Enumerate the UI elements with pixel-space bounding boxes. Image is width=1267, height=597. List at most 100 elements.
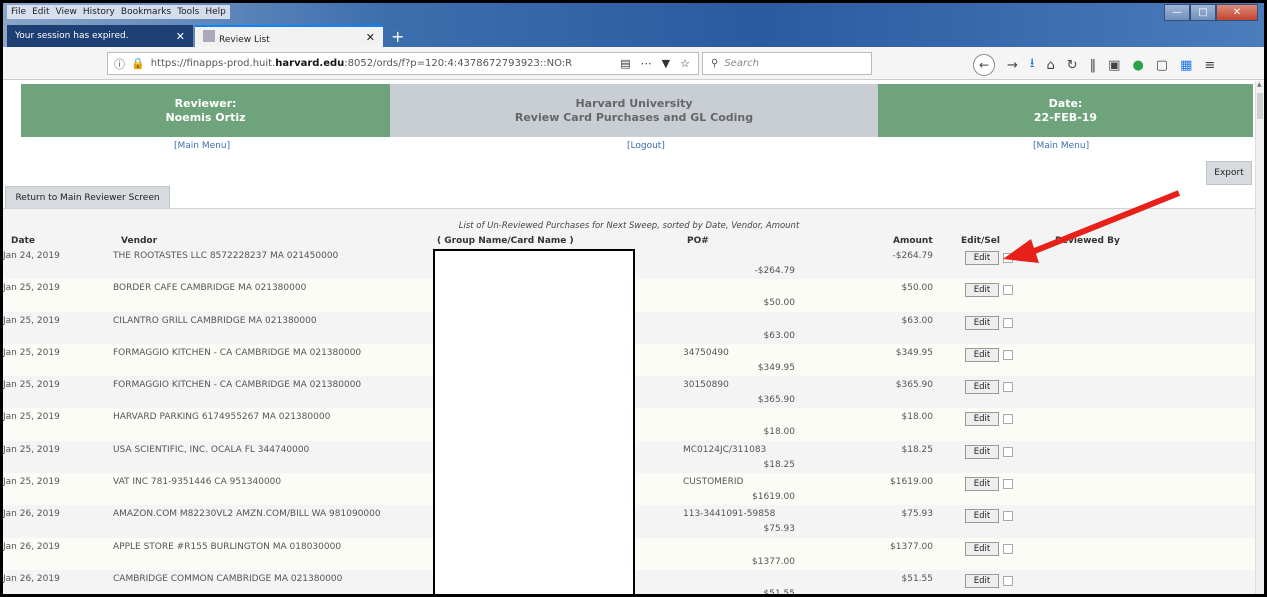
toolbar-icons: ← → ⭳ ⌂ ↻ ‖ ▣ ● ▢ ▦ ≡ xyxy=(973,54,1215,76)
select-checkbox[interactable] xyxy=(1003,253,1013,263)
row-amount: $349.95 xyxy=(895,347,933,358)
date-panel: Date: 22-FEB-19 xyxy=(878,84,1253,137)
select-checkbox[interactable] xyxy=(1003,511,1013,522)
title-panel: Harvard University Review Card Purchases… xyxy=(390,84,878,137)
tab-label: Review List xyxy=(219,34,270,45)
row-vendor: THE ROOTASTES LLC 8572228237 MA 02145000… xyxy=(113,251,339,261)
edit-button[interactable]: Edit xyxy=(965,444,999,459)
edit-button[interactable]: Edit xyxy=(965,509,999,524)
extension-icon[interactable]: ● xyxy=(1132,58,1143,73)
menu-hamburger-icon[interactable]: ≡ xyxy=(1204,58,1215,73)
select-checkbox[interactable] xyxy=(1003,446,1013,457)
search-input[interactable]: ⚲ Search xyxy=(702,52,872,75)
main-menu-link-right[interactable]: [Main Menu] xyxy=(1033,141,1089,151)
edit-button[interactable]: Edit xyxy=(965,251,999,265)
menu-tools[interactable]: Tools xyxy=(177,5,199,19)
scrollbar-thumb[interactable] xyxy=(1257,93,1263,119)
edit-button[interactable]: Edit xyxy=(965,412,999,427)
row-amount: $365.90 xyxy=(895,380,933,391)
row-date: Jan 25, 2019 xyxy=(3,315,60,326)
row-amount-detail: $1619.00 xyxy=(752,492,795,503)
row-amount: -$264.79 xyxy=(892,251,933,261)
library-icon[interactable]: ‖ xyxy=(1090,58,1097,73)
menu-edit[interactable]: Edit xyxy=(32,5,49,19)
reviewer-panel: Reviewer: Noemis Ortiz xyxy=(21,84,390,137)
window-controls: — □ ✕ xyxy=(1164,4,1258,21)
scroll-down-icon[interactable]: ▼ xyxy=(1257,593,1262,594)
row-amount: $50.00 xyxy=(901,283,934,294)
select-checkbox[interactable] xyxy=(1003,575,1013,586)
browser-titlebar: File Edit View History Bookmarks Tools H… xyxy=(3,3,1264,47)
row-vendor: USA SCIENTIFIC, INC. OCALA FL 344740000 xyxy=(113,444,310,455)
bookmark-star-icon[interactable]: ☆ xyxy=(680,57,690,70)
select-checkbox[interactable] xyxy=(1003,382,1013,393)
edit-button[interactable]: Edit xyxy=(965,380,999,395)
tab-session-expired[interactable]: Your session has expired. ✕ xyxy=(7,25,193,47)
info-icon[interactable]: ⓘ xyxy=(114,56,125,72)
edit-button[interactable]: Edit xyxy=(965,477,999,492)
select-checkbox[interactable] xyxy=(1003,317,1013,328)
menu-view[interactable]: View xyxy=(56,5,77,19)
edit-button[interactable]: Edit xyxy=(965,283,999,298)
logout-link[interactable]: [Logout] xyxy=(627,141,665,151)
main-menu-link-left[interactable]: [Main Menu] xyxy=(174,141,230,151)
row-vendor: FORMAGGIO KITCHEN - CA CAMBRIDGE MA 0213… xyxy=(113,347,362,358)
org-name: Harvard University xyxy=(575,96,693,110)
close-window-icon[interactable]: ✕ xyxy=(1216,4,1258,21)
menu-file[interactable]: File xyxy=(11,5,26,19)
new-tab-icon[interactable]: + xyxy=(385,27,410,47)
select-checkbox[interactable] xyxy=(1003,479,1013,490)
select-checkbox[interactable] xyxy=(1003,285,1013,296)
browser-menubar: File Edit View History Bookmarks Tools H… xyxy=(7,5,230,19)
sidebar-icon[interactable]: ▣ xyxy=(1108,58,1120,73)
list-caption: List of Un-Reviewed Purchases for Next S… xyxy=(458,221,800,231)
forward-icon[interactable]: → xyxy=(1007,58,1018,73)
select-checkbox[interactable] xyxy=(1003,414,1013,425)
menu-history[interactable]: History xyxy=(83,5,115,19)
vertical-scrollbar[interactable]: ▲ ▼ xyxy=(1255,81,1264,594)
row-amount-detail: $75.93 xyxy=(763,524,796,535)
home-icon[interactable]: ⌂ xyxy=(1046,58,1054,73)
row-po: CUSTOMERID xyxy=(683,477,744,488)
close-tab-icon[interactable]: ✕ xyxy=(176,30,185,43)
close-tab-icon[interactable]: ✕ xyxy=(366,31,375,44)
menu-help[interactable]: Help xyxy=(205,5,226,19)
reviewer-name: Noemis Ortiz xyxy=(165,110,246,124)
minimize-icon[interactable]: — xyxy=(1164,4,1190,21)
edit-button[interactable]: Edit xyxy=(965,347,999,362)
page-actions-icon[interactable]: ⋯ xyxy=(641,57,652,70)
row-date: Jan 25, 2019 xyxy=(3,444,60,455)
edit-button[interactable]: Edit xyxy=(965,573,999,588)
edit-button[interactable]: Edit xyxy=(965,541,999,556)
menu-bookmarks[interactable]: Bookmarks xyxy=(121,5,171,19)
column-header-edit: Edit/Sel xyxy=(961,236,1000,246)
url-bar[interactable]: ⓘ 🔒 https://finapps-prod.huit.harvard.ed… xyxy=(107,52,699,75)
row-amount: $18.00 xyxy=(901,412,934,423)
pocket-icon[interactable]: ▼ xyxy=(662,57,670,70)
download-icon[interactable]: ⭳ xyxy=(1030,54,1035,76)
row-amount-detail: $63.00 xyxy=(763,330,796,341)
select-checkbox[interactable] xyxy=(1003,349,1013,360)
column-header-date: Date xyxy=(11,236,35,246)
back-icon[interactable]: ← xyxy=(973,54,995,76)
edit-button[interactable]: Edit xyxy=(965,315,999,330)
scroll-up-icon[interactable]: ▲ xyxy=(1257,81,1262,88)
row-date: Jan 25, 2019 xyxy=(3,412,60,423)
row-date: Jan 25, 2019 xyxy=(3,283,60,294)
tab-review-list[interactable]: Review List ✕ xyxy=(195,25,383,47)
maximize-icon[interactable]: □ xyxy=(1190,4,1216,21)
screenshot-icon[interactable]: ▢ xyxy=(1156,58,1168,73)
reload-icon[interactable]: ↻ xyxy=(1067,58,1078,73)
tab-label: Your session has expired. xyxy=(15,31,129,41)
return-main-reviewer-button[interactable]: Return to Main Reviewer Screen xyxy=(5,186,170,209)
reader-view-icon[interactable]: ▤ xyxy=(620,57,630,70)
apps-icon[interactable]: ▦ xyxy=(1180,58,1192,73)
export-button[interactable]: Export xyxy=(1206,161,1252,185)
row-amount: $63.00 xyxy=(901,315,934,326)
row-amount: $51.55 xyxy=(901,573,934,584)
url-text: https://finapps-prod.huit.harvard.edu:80… xyxy=(150,58,573,69)
row-po: 30150890 xyxy=(683,380,729,391)
select-checkbox[interactable] xyxy=(1003,543,1013,554)
row-date: Jan 24, 2019 xyxy=(3,251,60,261)
screenshot-frame: File Edit View History Bookmarks Tools H… xyxy=(0,0,1267,597)
